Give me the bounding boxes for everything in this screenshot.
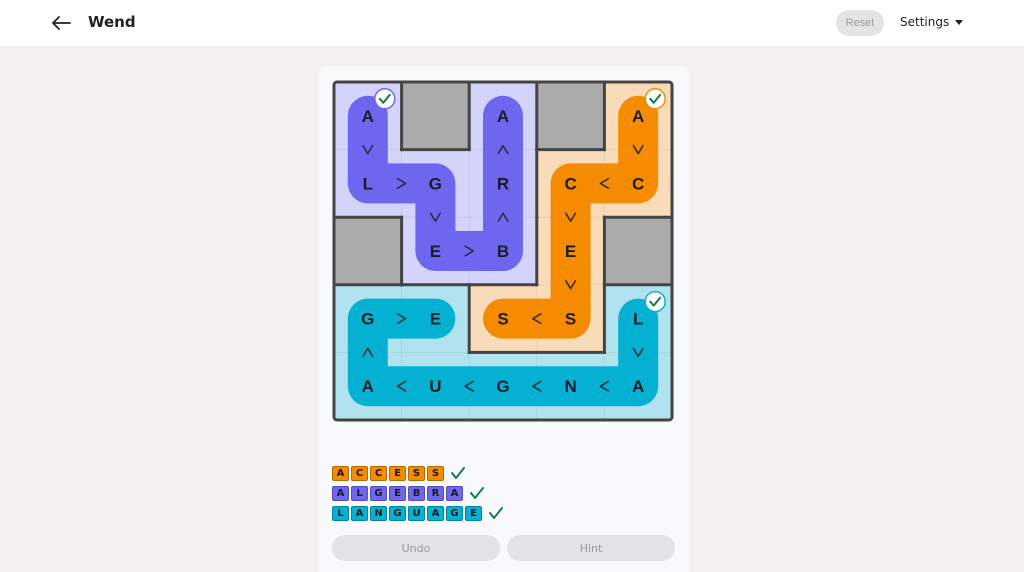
letter-cell[interactable]: U bbox=[429, 377, 441, 396]
letter-cell[interactable]: A bbox=[632, 107, 644, 126]
word-letter-tile: L bbox=[351, 485, 368, 501]
undo-button[interactable]: Undo bbox=[332, 535, 500, 561]
word-letter-tile: G bbox=[446, 505, 463, 521]
solved-check-icon bbox=[374, 88, 396, 110]
letter-cell[interactable]: E bbox=[565, 242, 576, 261]
letter-cell[interactable]: L bbox=[363, 174, 373, 193]
game-board[interactable]: A A A L G R C C E B E G E S S L A U G N A bbox=[332, 80, 676, 424]
word-letter-tile: U bbox=[408, 505, 425, 521]
letter-cell[interactable]: S bbox=[565, 310, 576, 329]
checkmark-icon bbox=[470, 487, 484, 499]
solved-check-icon bbox=[644, 88, 666, 110]
settings-menu[interactable]: Settings bbox=[900, 15, 964, 29]
letter-cell[interactable]: A bbox=[497, 107, 509, 126]
settings-label: Settings bbox=[900, 15, 950, 29]
word-row: LANGUAGE bbox=[332, 503, 504, 523]
blocked-cell bbox=[401, 82, 470, 150]
checkmark-icon bbox=[451, 467, 465, 479]
letter-cell[interactable]: N bbox=[564, 377, 576, 396]
word-letter-tile: E bbox=[389, 485, 406, 501]
action-buttons: Undo Hint bbox=[332, 535, 675, 561]
word-letter-tile: E bbox=[465, 505, 482, 521]
letter-cell[interactable]: A bbox=[632, 377, 644, 396]
word-letter-tile: G bbox=[370, 485, 387, 501]
word-letter-tile: A bbox=[332, 485, 349, 501]
letter-cell[interactable]: G bbox=[361, 310, 374, 329]
page-title: Wend bbox=[88, 13, 136, 31]
reset-button[interactable]: Reset bbox=[836, 10, 884, 36]
word-letter-tile: S bbox=[427, 465, 444, 481]
word-list: ACCESSALGEBRALANGUAGE bbox=[332, 463, 504, 523]
caret-down-icon bbox=[955, 19, 964, 25]
word-letter-tile: C bbox=[370, 465, 387, 481]
letter-cell[interactable]: E bbox=[430, 242, 441, 261]
solved-check-icon bbox=[644, 290, 666, 313]
word-letter-tile: L bbox=[332, 505, 349, 521]
letter-cell[interactable]: C bbox=[632, 174, 644, 193]
letter-cell[interactable]: A bbox=[362, 377, 374, 396]
word-letter-tile: S bbox=[408, 465, 425, 481]
word-letter-tile: B bbox=[408, 485, 425, 501]
word-letter-tile: R bbox=[427, 485, 444, 501]
letter-cell[interactable]: L bbox=[633, 310, 643, 329]
word-letter-tile: A bbox=[332, 465, 349, 481]
letter-cell[interactable]: G bbox=[496, 377, 509, 396]
letter-cell[interactable]: E bbox=[430, 310, 441, 329]
letter-cell[interactable]: A bbox=[362, 107, 374, 126]
word-letter-tile: A bbox=[427, 505, 444, 521]
word-letter-tile: G bbox=[389, 505, 406, 521]
letter-cell[interactable]: C bbox=[564, 174, 576, 193]
word-letter-tile: A bbox=[446, 485, 463, 501]
blocked-cell bbox=[536, 82, 605, 150]
back-arrow-icon[interactable] bbox=[50, 12, 72, 34]
letter-cell[interactable]: S bbox=[497, 310, 508, 329]
letter-cell[interactable]: R bbox=[497, 174, 509, 193]
word-row: ALGEBRA bbox=[332, 483, 504, 503]
word-letter-tile: N bbox=[370, 505, 387, 521]
letter-cell[interactable]: G bbox=[429, 174, 442, 193]
letter-cell[interactable]: B bbox=[497, 242, 509, 261]
word-letter-tile: C bbox=[351, 465, 368, 481]
hint-button[interactable]: Hint bbox=[507, 535, 675, 561]
top-bar: Wend Reset Settings bbox=[0, 0, 1024, 46]
word-letter-tile: A bbox=[351, 505, 368, 521]
blocked-cell bbox=[604, 217, 672, 285]
blocked-cell bbox=[334, 217, 402, 285]
checkmark-icon bbox=[489, 507, 503, 519]
word-row: ACCESS bbox=[332, 463, 504, 483]
word-letter-tile: E bbox=[389, 465, 406, 481]
